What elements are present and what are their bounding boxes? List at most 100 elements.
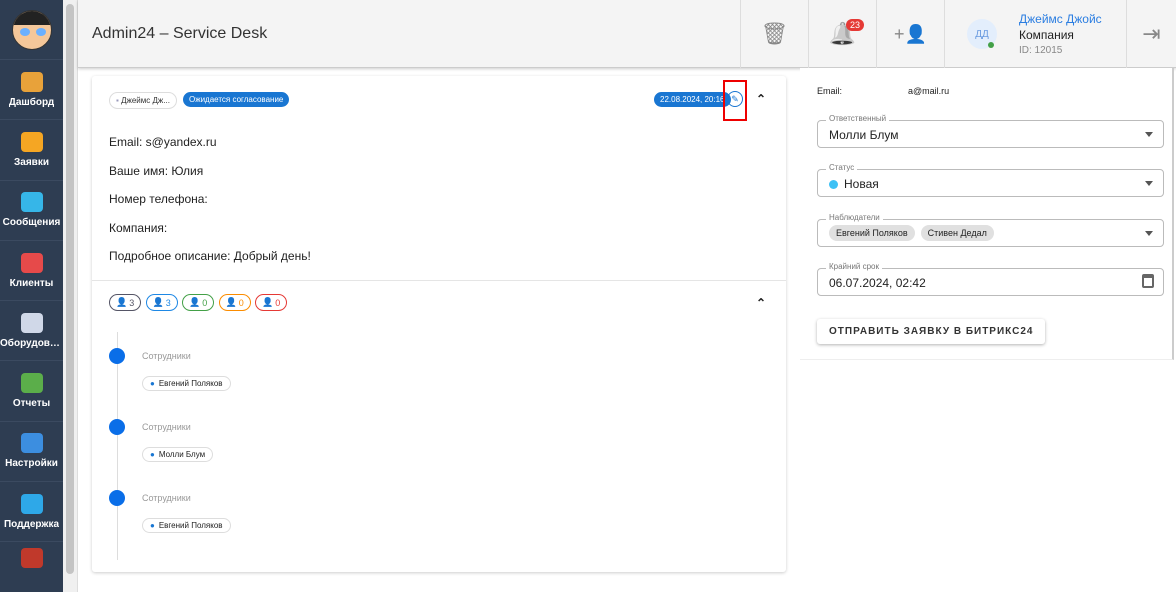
sidebar-item[interactable]: Настройки [0,422,63,483]
ticket-body: Email: s@yandex.ru Ваше имя: Юлия Номер те… [109,128,311,271]
calendar-icon[interactable] [1142,274,1154,288]
ticket-line: Подробное описание: Добрый день! [109,249,311,263]
send-to-bitrix-button[interactable]: ОТПРАВИТЬ ЗАЯВКУ В БИТРИКС24 [817,319,1046,344]
author-chip[interactable]: ▪ Джеймс Дж... [109,92,177,109]
page-title: Admin24 – Service Desk [92,25,268,42]
field-value: 06.07.2024, 02:42 [829,276,926,290]
add-user-button[interactable]: +👤 [876,0,944,68]
person-add-icon: +👤 [894,23,927,44]
sidebar-item-label: Отчеты [12,398,51,410]
logo[interactable] [0,0,63,60]
timeline-label: Сотрудники [142,351,191,361]
timeline-dot [109,348,125,364]
details-panel: Email: a@mail.ru Ответственный Молли Блум… [800,68,1174,360]
ticket-card: ▪ Джеймс Дж... Ожидается согласование 22… [92,76,786,572]
sidebar-item-label: Клиенты [9,277,54,289]
field-label: Крайний срок [826,262,883,271]
collapse-icon[interactable]: ⌃ [756,92,766,106]
counter-chip[interactable]: 👤 0 [255,294,288,311]
sidebar-item[interactable]: Отчеты [0,361,63,422]
person-icon: ● [150,521,155,530]
sidebar-icon [20,252,43,273]
collapse-timeline-icon[interactable]: ⌃ [756,296,766,310]
dropdown-arrow-icon [1145,231,1153,236]
user-profile[interactable]: ДД Джеймс Джойс Компания ID: 12015 [944,0,1126,68]
sidebar-scrollbar[interactable] [63,0,78,592]
person-icon: 👤 [189,297,201,307]
timeline-line [117,332,118,560]
notifications-button[interactable]: 🔔 23 [808,0,876,68]
sidebar-item[interactable]: Дашборд [0,60,63,121]
counter-value: 0 [202,297,208,308]
sidebar-icon [20,131,43,152]
responsible-select[interactable]: Ответственный Молли Блум [817,114,1164,148]
watcher-chip[interactable]: Евгений Поляков [829,225,915,241]
employee-chip[interactable]: ● Евгений Поляков [142,376,231,391]
sidebar-item[interactable]: Поддержка [0,482,63,543]
sidebar-icon [20,493,43,514]
person-icon: 👤 [152,297,164,307]
avatar-logo-icon [11,9,52,50]
person-icon: 👤 [262,297,274,307]
dropdown-arrow-icon [1145,181,1153,186]
employee-name: Молли Блум [158,450,206,459]
status-badge: Ожидается согласование [183,92,290,107]
counter-chip[interactable]: 👤 3 [145,294,178,311]
employee-name: Евгений Поляков [158,379,223,388]
sidebar-item-label: Дашборд [8,96,55,108]
watchers-select[interactable]: Наблюдатели Евгений Поляков Стивен Дедал [817,213,1164,247]
timeline-label: Сотрудники [142,493,191,503]
sidebar-item-label: Заявки [14,156,49,168]
status-select[interactable]: Статус Новая [817,163,1164,197]
ticket-line: Номер телефона: [109,192,208,206]
logout-icon: ⇥ [1142,21,1161,46]
counter-chip[interactable]: 👤 3 [109,294,142,311]
sidebar-item[interactable]: Заявки [0,120,63,181]
person-icon: 👤 [225,297,237,307]
field-label: Наблюдатели [826,213,883,222]
status-dot-icon [829,179,838,189]
person-icon: ● [150,379,155,388]
sidebar-item[interactable]: Сообщения [0,181,63,241]
counter-value: 0 [238,297,244,308]
logout-button[interactable]: ⇥ [1126,0,1176,68]
email-value: a@mail.ru [908,86,950,96]
employee-chip[interactable]: ● Евгений Поляков [142,518,231,533]
sidebar-item[interactable]: Оборудован... [0,301,63,362]
highlight-box [723,80,747,121]
ticket-line: Компания: [109,220,168,235]
email-label: Email: [817,86,843,96]
person-icon: 👤 [116,297,128,307]
sidebar-item-label: Настройки [5,458,58,470]
header: Admin24 – Service Desk 🗑 🔔 23 +👤 ДД Джейм… [78,0,1176,68]
timeline-label: Сотрудники [142,422,191,432]
sidebar-item-more[interactable] [0,542,63,602]
timeline-dot [109,490,125,506]
counter-value: 3 [129,297,135,308]
counter-value: 3 [165,297,171,308]
ticket-line: Ваше имя: Юлия [109,163,204,178]
field-label: Статус [826,163,858,172]
watcher-chip[interactable]: Стивен Дедал [920,225,994,241]
sidebar-item-label: Сообщения [2,217,61,229]
scrollbar-thumb[interactable] [66,4,74,574]
employee-name: Евгений Поляков [158,521,223,530]
notification-badge: 23 [846,19,865,31]
sidebar-item[interactable]: Клиенты [0,241,63,302]
employee-chip[interactable]: ● Молли Блум [142,447,214,462]
divider [92,280,786,281]
field-label: Ответственный [826,114,890,123]
deadline-input[interactable]: Крайний срок 06.07.2024, 02:42 [817,262,1164,296]
counter-chip[interactable]: 👤 0 [182,294,215,311]
field-value: Молли Блум [829,128,899,142]
timeline-dot [109,419,125,435]
delete-button[interactable]: 🗑 [740,0,808,68]
user-name[interactable]: Джеймс Джойс [1019,12,1102,26]
user-company: Компания [1019,28,1074,42]
sidebar-icon [20,192,43,213]
user-id: ID: 12015 [1019,45,1063,56]
counter-chip[interactable]: 👤 0 [218,294,251,311]
book-icon [20,548,43,569]
trash-icon: 🗑 [760,21,789,46]
ticket-line: Email: s@yandex.ru [109,135,217,149]
